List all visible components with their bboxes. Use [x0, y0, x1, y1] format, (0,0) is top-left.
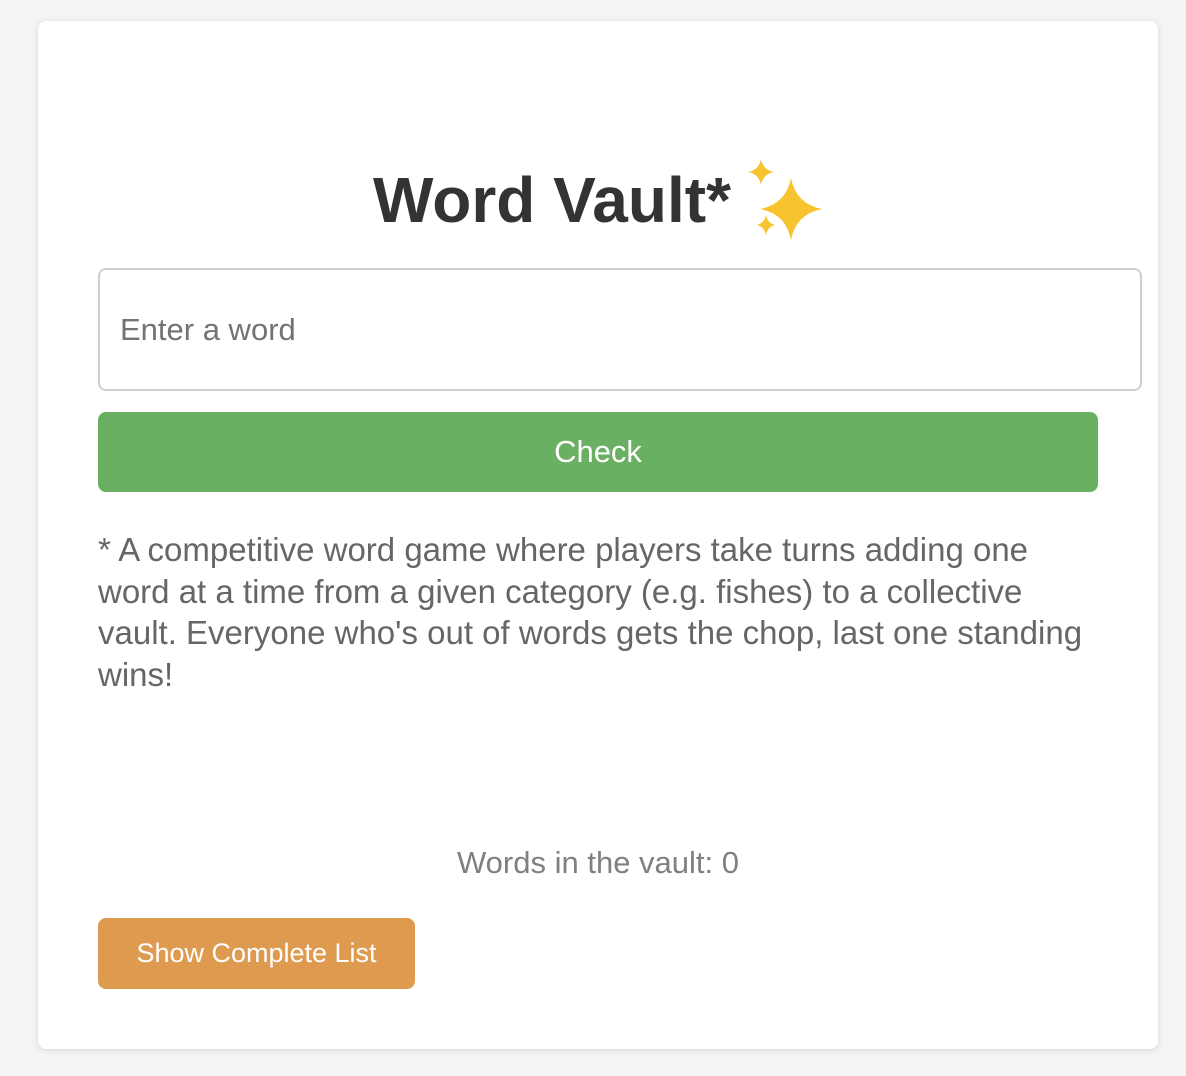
- page-title: Word Vault*: [373, 164, 731, 236]
- word-input[interactable]: [98, 268, 1142, 391]
- show-complete-list-button[interactable]: Show Complete List: [98, 918, 415, 989]
- sparkles-icon: [747, 159, 823, 241]
- game-description: * A competitive word game where players …: [98, 531, 1083, 693]
- vault-word-count: Words in the vault: 0: [456, 845, 739, 880]
- page-title-row: Word Vault*: [38, 159, 1158, 241]
- check-button[interactable]: Check: [98, 412, 1098, 492]
- main-card: Word Vault* Check * A competitive word g…: [38, 21, 1158, 1049]
